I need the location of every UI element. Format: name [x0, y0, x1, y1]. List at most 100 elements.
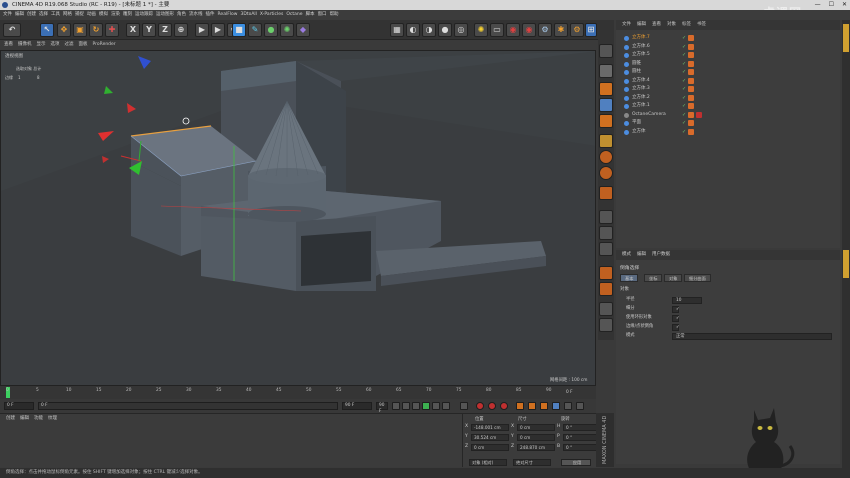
model-mode-icon[interactable] — [599, 64, 613, 78]
prev-key-icon[interactable] — [402, 402, 410, 410]
position-field[interactable]: 30.524 cm — [471, 434, 509, 441]
tag-icon[interactable] — [688, 69, 694, 75]
preview-range-slider[interactable]: 0 F — [38, 402, 338, 410]
tag-icon[interactable] — [688, 120, 694, 126]
material-menu-item[interactable]: 功能 — [34, 414, 43, 423]
psr-icon[interactable] — [599, 266, 613, 280]
attributes-side-tab[interactable] — [843, 250, 849, 278]
visibility-check-icon[interactable]: ✓ — [682, 85, 686, 94]
menu-item[interactable]: 模拟 — [99, 10, 108, 20]
visibility-check-icon[interactable]: ✓ — [682, 128, 686, 137]
tag-icon[interactable] — [688, 128, 694, 135]
object-manager-menu-item[interactable]: 编辑 — [637, 20, 646, 30]
layout-icon[interactable]: ⊞ — [585, 23, 597, 37]
make-editable-icon[interactable] — [599, 44, 613, 58]
attribute-tab[interactable]: 坐标 — [644, 274, 663, 282]
recent-tool-icon[interactable]: ✚ — [105, 23, 119, 37]
next-key-icon[interactable] — [442, 402, 450, 410]
object-row[interactable]: 立方体.2 ✓ — [616, 94, 840, 103]
size-field[interactable]: 248.870 cm — [517, 444, 555, 451]
menu-item[interactable]: 角色 — [177, 10, 186, 20]
size-mode-dropdown[interactable]: 绝对尺寸 — [513, 459, 551, 466]
pla-key-icon[interactable] — [564, 402, 572, 410]
attribute-row[interactable]: 细分 ✓ — [616, 305, 840, 313]
viewport-menu-item[interactable]: ProRender — [93, 40, 116, 49]
floor-icon[interactable]: ▦ — [390, 23, 404, 37]
nurbs-icon[interactable]: ● — [264, 23, 278, 37]
texture-axis-icon[interactable] — [599, 210, 613, 224]
coordinate-mode-dropdown[interactable]: 对象 (相对) — [469, 459, 507, 466]
xparticles-icon[interactable]: ✱ — [554, 23, 568, 37]
polygons-mode-icon[interactable] — [599, 134, 613, 148]
tag-icon[interactable] — [688, 94, 694, 101]
array-icon[interactable]: ✺ — [280, 23, 294, 37]
material-menu-item[interactable]: 编辑 — [20, 414, 29, 423]
visibility-check-icon[interactable]: ✓ — [682, 34, 686, 43]
maximize-icon[interactable]: ☐ — [829, 0, 834, 10]
param-key-icon[interactable] — [552, 402, 560, 410]
tag-icon[interactable] — [688, 111, 694, 118]
goto-start-icon[interactable] — [392, 402, 400, 410]
render-view-icon[interactable]: ▶ — [195, 23, 209, 37]
material-menu-item[interactable]: 纹理 — [48, 414, 57, 423]
object-manager-menu-item[interactable]: 书签 — [697, 20, 706, 30]
object-row[interactable]: 立方体.1 ✓ — [616, 102, 840, 111]
object-row[interactable]: 平面 ✓ — [616, 119, 840, 128]
apply-button[interactable]: 应用 — [561, 459, 591, 466]
next-frame-icon[interactable] — [432, 402, 440, 410]
record-icon[interactable] — [476, 402, 484, 410]
visibility-check-icon[interactable]: ✓ — [682, 111, 686, 120]
tweak-icon[interactable] — [599, 226, 613, 240]
coordinate-system-icon[interactable]: ⊕ — [174, 23, 188, 37]
viewport-menu-item[interactable]: 面板 — [79, 40, 88, 49]
prev-frame-icon[interactable] — [412, 402, 420, 410]
visibility-check-icon[interactable]: ✓ — [682, 119, 686, 128]
deformer-icon[interactable]: ◆ — [296, 23, 310, 37]
attribute-tab[interactable]: 对象 — [664, 274, 683, 282]
start-frame-field[interactable]: 0 F — [4, 402, 34, 410]
attribute-tab[interactable]: 基本 — [620, 274, 639, 282]
end-frame-field-2[interactable]: 90 F — [376, 402, 388, 414]
viewport-menu-item[interactable]: 摄像机 — [18, 40, 32, 49]
attribute-row[interactable]: 半径 10 — [616, 296, 840, 304]
edges-mode-icon[interactable] — [599, 114, 613, 128]
y-axis-lock-icon[interactable]: Y — [142, 23, 156, 37]
attribute-dropdown[interactable]: 正常 — [672, 332, 832, 340]
workplane-icon[interactable] — [599, 166, 613, 180]
undo-icon[interactable]: ↶ — [3, 23, 21, 37]
object-row[interactable]: 立方体.4 ✓ — [616, 77, 840, 86]
object-row[interactable]: 圆柱 ✓ — [616, 68, 840, 77]
visibility-check-icon[interactable]: ✓ — [682, 77, 686, 86]
viewport-menu-item[interactable]: 过滤 — [65, 40, 74, 49]
environment-icon[interactable]: ◑ — [422, 23, 436, 37]
object-manager-menu-item[interactable]: 文件 — [622, 20, 631, 30]
background-icon[interactable]: ● — [438, 23, 452, 37]
menu-item[interactable]: 雕刻 — [123, 10, 132, 20]
move-tool-icon[interactable]: ✥ — [57, 23, 71, 37]
object-row[interactable]: OctaneCamera ✓ — [616, 111, 840, 120]
viewport-menu-item[interactable]: 选项 — [51, 40, 60, 49]
autokey-icon[interactable] — [488, 402, 496, 410]
brush-icon[interactable] — [599, 318, 613, 332]
menu-item[interactable]: 编辑 — [15, 10, 24, 20]
visibility-check-icon[interactable]: ✓ — [682, 51, 686, 60]
attribute-row[interactable]: 边缘/点状倒角 ✓ — [616, 323, 840, 331]
object-row[interactable]: 立方体.5 ✓ — [616, 51, 840, 60]
octane-render-icon[interactable]: ◉ — [506, 23, 520, 37]
menu-item[interactable]: 创建 — [27, 10, 36, 20]
octane-tag-icon[interactable] — [696, 111, 702, 118]
plugin-gear-icon[interactable]: ⚙ — [570, 23, 584, 37]
menu-item[interactable]: 捕捉 — [75, 10, 84, 20]
position-field[interactable]: 0 cm — [471, 444, 509, 451]
size-field[interactable]: 0 cm — [517, 434, 555, 441]
visibility-check-icon[interactable]: ✓ — [682, 94, 686, 103]
timeline-menu-icon[interactable] — [576, 402, 584, 410]
tag-icon[interactable] — [688, 43, 694, 50]
menu-item[interactable]: 运动跟踪 — [135, 10, 153, 20]
object-manager-menu-item[interactable]: 查看 — [652, 20, 661, 30]
menu-item[interactable]: 脚本 — [306, 10, 315, 20]
menu-item[interactable]: 窗口 — [318, 10, 327, 20]
attribute-checkbox[interactable]: ✓ — [672, 323, 680, 331]
position-key-icon[interactable] — [516, 402, 524, 410]
menu-item[interactable]: X-Particles — [260, 10, 283, 20]
